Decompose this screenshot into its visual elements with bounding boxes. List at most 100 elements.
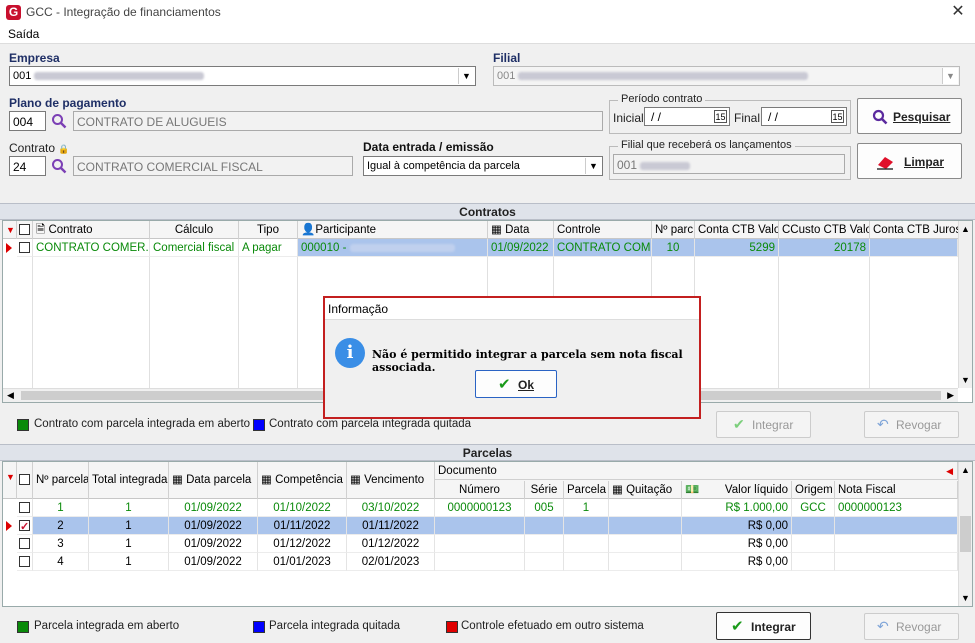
cell-nota <box>835 535 958 553</box>
col-contrato[interactable]: 🗎 Contrato <box>33 221 150 239</box>
col-nota-fiscal[interactable]: Nota Fiscal <box>835 481 958 499</box>
empresa-select[interactable]: 001 ▼ <box>9 66 476 86</box>
cell-parcela <box>564 553 609 571</box>
chevron-down-icon[interactable]: ▼ <box>585 158 601 174</box>
cell-tipo: A pagar <box>239 239 298 257</box>
title-bar: G GCC - Integração de financiamentos ✕ <box>0 0 975 24</box>
integrar-button-top[interactable]: ✔ Integrar <box>716 411 811 438</box>
cell-serie <box>525 517 564 535</box>
check-icon: ✔ <box>733 416 745 432</box>
col-quitacao[interactable]: ▦ Quitação <box>609 481 682 499</box>
final-date-input[interactable]: / /15 <box>761 107 847 126</box>
search-icon <box>872 109 888 125</box>
col-data-parcela[interactable]: ▦ Data parcela <box>169 462 258 499</box>
col-origem[interactable]: Origem <box>792 481 835 499</box>
menu-saida[interactable]: Saída <box>8 27 39 41</box>
row-checkbox[interactable] <box>19 538 30 549</box>
col-vencimento[interactable]: ▦ Vencimento <box>347 462 435 499</box>
parcelas-header: Parcelas <box>0 444 975 461</box>
cell-nparc: 10 <box>652 239 695 257</box>
contrato-code-input[interactable]: 24 <box>9 156 46 176</box>
table-row[interactable]: CONTRATO COMER... Comercial fiscal A pag… <box>3 239 972 257</box>
legend-green-square <box>17 621 29 633</box>
lock-icon: 🔒 <box>58 144 70 154</box>
table-row[interactable]: 4 1 01/09/2022 01/01/2023 02/01/2023 R$ 0,00 <box>3 553 958 571</box>
filial-select[interactable]: 001 ▼ <box>493 66 960 86</box>
calendar-icon[interactable]: 15 <box>831 110 844 123</box>
check-icon: ✔ <box>731 618 744 635</box>
chevron-down-icon[interactable]: ▼ <box>458 68 474 84</box>
parcelas-grid[interactable]: ▼ Nº parcela Total integradas ▦ Data par… <box>2 461 973 607</box>
parcelas-vscroll[interactable]: ▲ ▼ <box>958 462 972 606</box>
table-row[interactable]: 3 1 01/09/2022 01/12/2022 01/12/2022 R$ 0,00 <box>3 535 958 553</box>
cell-data: 01/09/2022 <box>488 239 554 257</box>
plano-name-field: CONTRATO DE ALUGUEIS <box>73 111 603 131</box>
col-total-integradas[interactable]: Total integradas <box>89 462 169 499</box>
cell-total: 1 <box>89 499 169 517</box>
cell-valor: R$ 0,00 <box>682 517 792 535</box>
cell-total: 1 <box>89 553 169 571</box>
cell-quit <box>609 553 682 571</box>
col-nparcela[interactable]: Nº parcela <box>33 462 89 499</box>
col-numero[interactable]: Número <box>435 481 525 499</box>
close-icon[interactable]: ✕ <box>946 2 970 22</box>
col-competencia[interactable]: ▦ Competência <box>258 462 347 499</box>
row-checkbox[interactable] <box>19 518 30 534</box>
col-participante[interactable]: 👤Participante <box>298 221 488 239</box>
cell-quit <box>609 535 682 553</box>
cell-comp: 01/12/2022 <box>258 535 347 553</box>
cell-venc: 01/11/2022 <box>347 517 435 535</box>
empresa-name-blurred <box>34 72 205 81</box>
inicial-date-input[interactable]: / /15 <box>644 107 730 126</box>
cell-origem <box>792 535 835 553</box>
calendar-icon: ▦ <box>491 224 502 236</box>
legend-contrato-quitada: Contrato com parcela integrada quitada <box>269 418 472 430</box>
row-checkbox[interactable] <box>19 556 30 567</box>
limpar-button[interactable]: Limpar <box>857 143 962 179</box>
col-ccusto-ctb-valor[interactable]: CCusto CTB Valor <box>779 221 870 239</box>
col-parcela[interactable]: Parcela <box>564 481 609 499</box>
col-calculo[interactable]: Cálculo <box>150 221 239 239</box>
col-valor-liquido[interactable]: 💵 Valor líquido <box>682 481 792 499</box>
search-icon[interactable] <box>51 113 67 129</box>
col-serie[interactable]: Série <box>525 481 564 499</box>
eraser-icon <box>877 157 893 170</box>
col-controle[interactable]: Controle <box>554 221 652 239</box>
cell-nota <box>835 553 958 571</box>
plano-code-input[interactable]: 004 <box>9 111 46 131</box>
cell-origem: GCC <box>792 499 835 517</box>
legend-parcela-aberto: Parcela integrada em aberto <box>34 620 180 632</box>
table-row[interactable]: 2101/09/202201/11/202201/11/2022R$ 0,00 <box>3 517 958 535</box>
pesquisar-button[interactable]: Pesquisar <box>857 98 962 134</box>
cell-quit <box>609 499 682 517</box>
data-entrada-select[interactable]: Igual à competência da parcela ▼ <box>363 156 603 176</box>
row-checkbox[interactable] <box>19 502 30 513</box>
data-entrada-label: Data entrada / emissão <box>363 140 494 154</box>
calendar-icon: ▦ <box>350 474 361 486</box>
col-conta-ctb-valor[interactable]: Conta CTB Valor <box>695 221 779 239</box>
row-checkbox[interactable] <box>19 242 30 253</box>
integrar-button[interactable]: ✔ Integrar <box>716 612 811 640</box>
revogar-button-top[interactable]: ↶ Revogar <box>864 411 959 438</box>
contrato-name-field: CONTRATO COMERCIAL FISCAL <box>73 156 353 176</box>
calendar-icon[interactable]: 15 <box>714 110 727 123</box>
col-tipo[interactable]: Tipo <box>239 221 298 239</box>
cell-numero <box>435 517 525 535</box>
ok-button[interactable]: ✔ Ok <box>475 370 557 398</box>
cell-controle: CONTRATO COM... <box>554 239 652 257</box>
cell-serie <box>525 553 564 571</box>
chevron-down-icon[interactable]: ▼ <box>942 68 958 84</box>
revogar-button[interactable]: ↶ Revogar <box>864 613 959 640</box>
col-data[interactable]: ▦ Data <box>488 221 554 239</box>
calendar-icon: ▦ <box>172 474 183 486</box>
cell-numero <box>435 535 525 553</box>
search-icon[interactable] <box>51 158 67 174</box>
contratos-vscroll[interactable]: ▲ ▼ <box>958 221 972 388</box>
table-row[interactable]: 1 1 01/09/2022 01/10/2022 03/10/2022 00000001… <box>3 499 958 517</box>
calendar-icon: ▦ <box>612 484 623 496</box>
col-documento-group: Documento ◀ <box>435 462 958 480</box>
col-conta-ctb-juros[interactable]: Conta CTB Juros <box>870 221 960 239</box>
col-nparc[interactable]: Nº parc <box>652 221 695 239</box>
sort-indicator: ▼ <box>3 221 17 239</box>
undo-icon: ↶ <box>877 416 889 432</box>
